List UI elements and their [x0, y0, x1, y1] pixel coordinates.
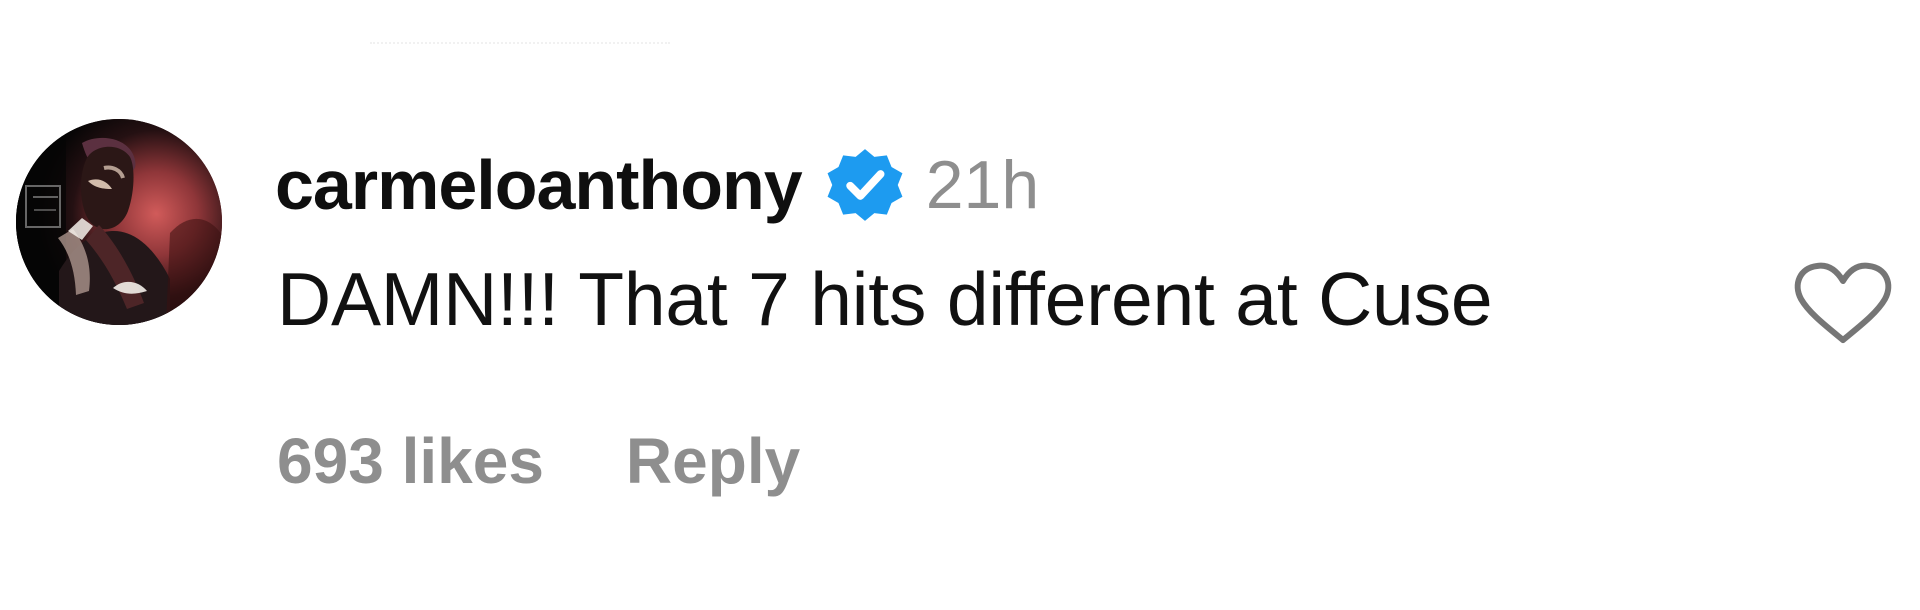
comment-item: carmeloanthony 21h DAMN!!! That 7 hits d… [0, 0, 1920, 610]
username-link[interactable]: carmeloanthony [275, 145, 803, 225]
comment-header: carmeloanthony 21h [275, 145, 1039, 225]
comment-actions: 693 likes Reply [277, 421, 800, 501]
avatar[interactable] [16, 119, 222, 325]
verified-badge-icon [826, 146, 904, 224]
heart-outline-icon [1794, 262, 1892, 343]
profile-photo [16, 119, 222, 325]
likes-count[interactable]: 693 likes [277, 421, 544, 501]
comment-body: DAMN!!! That 7 hits different at Cuse [277, 257, 1493, 341]
comment-timestamp[interactable]: 21h [926, 145, 1039, 225]
like-button[interactable] [1792, 258, 1894, 348]
reply-button[interactable]: Reply [626, 421, 800, 501]
